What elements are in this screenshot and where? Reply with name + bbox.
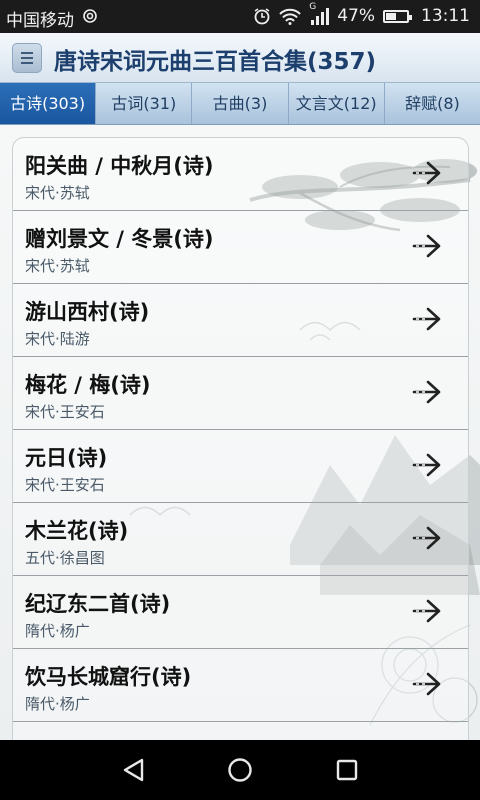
battery-percent: 47% xyxy=(337,6,375,26)
list-item[interactable]: 饮马长城窟行(诗) 隋代·杨广 xyxy=(13,649,468,722)
arrow-right-icon[interactable] xyxy=(412,306,442,332)
tab-guci[interactable]: 古词(31) xyxy=(96,83,193,124)
poem-author: 五代·徐昌图 xyxy=(25,549,105,567)
home-circle-icon[interactable] xyxy=(227,757,253,783)
poem-author: 宋代·王安石 xyxy=(25,476,105,494)
poem-title: 饮马长城窟行(诗) xyxy=(25,665,192,689)
list-item[interactable]: 游山西村(诗) 宋代·陆游 xyxy=(13,284,468,357)
carrier-name: 中国移动 xyxy=(6,11,74,31)
arrow-right-icon[interactable] xyxy=(412,160,442,186)
arrow-right-icon[interactable] xyxy=(412,379,442,405)
tab-gushi[interactable]: 古诗(303) xyxy=(0,83,97,124)
list-item[interactable]: 阳关曲 / 中秋月(诗) 宋代·苏轼 xyxy=(13,138,468,211)
arrow-right-icon[interactable] xyxy=(412,525,442,551)
poem-author: 宋代·王安石 xyxy=(25,403,105,421)
arrow-right-icon[interactable] xyxy=(412,452,442,478)
poem-author: 隋代·杨广 xyxy=(25,622,90,640)
hd-icon xyxy=(82,9,98,23)
poem-title: 梅花 / 梅(诗) xyxy=(25,373,151,397)
recents-square-icon[interactable] xyxy=(334,757,360,783)
list-item[interactable]: 梅花 / 梅(诗) 宋代·王安石 xyxy=(13,357,468,430)
arrow-right-icon[interactable] xyxy=(412,598,442,624)
clock: 13:11 xyxy=(421,6,470,26)
poem-author: 宋代·苏轼 xyxy=(25,257,90,275)
network-type: G xyxy=(309,1,317,12)
navigation-bar xyxy=(0,740,480,800)
menu-button[interactable] xyxy=(12,43,42,73)
wifi-icon xyxy=(279,8,301,25)
list-item[interactable]: 纪辽东二首(诗) 隋代·杨广 xyxy=(13,576,468,649)
poem-title: 元日(诗) xyxy=(25,446,108,470)
arrow-right-icon[interactable] xyxy=(412,233,442,259)
poem-title: 阳关曲 / 中秋月(诗) xyxy=(25,154,214,178)
tab-cifu[interactable]: 辞赋(8) xyxy=(385,83,480,124)
poem-title: 赠刘景文 / 冬景(诗) xyxy=(25,227,214,251)
tab-guqu[interactable]: 古曲(3) xyxy=(192,83,289,124)
alarm-icon xyxy=(253,7,271,25)
poem-title: 游山西村(诗) xyxy=(25,300,150,324)
status-bar: 中国移动 G 47% 13:11 xyxy=(0,0,480,33)
title-bar: 唐诗宋词元曲三百首合集(357) xyxy=(0,33,480,83)
category-tabs: 古诗(303) 古词(31) 古曲(3) 文言文(12) 辞赋(8) xyxy=(0,83,480,125)
poem-list-area[interactable]: 阳关曲 / 中秋月(诗) 宋代·苏轼 赠刘景文 / 冬景(诗) 宋代·苏轼 游山… xyxy=(0,125,480,740)
list-item[interactable]: 木兰花(诗) 五代·徐昌图 xyxy=(13,503,468,576)
list-item[interactable]: 元日(诗) 宋代·王安石 xyxy=(13,430,468,503)
tab-wenyanwen[interactable]: 文言文(12) xyxy=(289,83,385,124)
battery-icon xyxy=(383,9,412,23)
list-item[interactable]: 赠刘景文 / 冬景(诗) 宋代·苏轼 xyxy=(13,211,468,284)
poem-author: 隋代·杨广 xyxy=(25,695,90,713)
poem-title: 纪辽东二首(诗) xyxy=(25,592,171,616)
poem-title: 木兰花(诗) xyxy=(25,519,129,543)
poem-list: 阳关曲 / 中秋月(诗) 宋代·苏轼 赠刘景文 / 冬景(诗) 宋代·苏轼 游山… xyxy=(12,137,469,740)
signal-icon: G xyxy=(309,2,330,25)
back-triangle-icon[interactable] xyxy=(121,757,147,783)
app-title: 唐诗宋词元曲三百首合集(357) xyxy=(54,49,377,75)
arrow-right-icon[interactable] xyxy=(412,671,442,697)
poem-author: 宋代·陆游 xyxy=(25,330,90,348)
poem-author: 宋代·苏轼 xyxy=(25,184,90,202)
